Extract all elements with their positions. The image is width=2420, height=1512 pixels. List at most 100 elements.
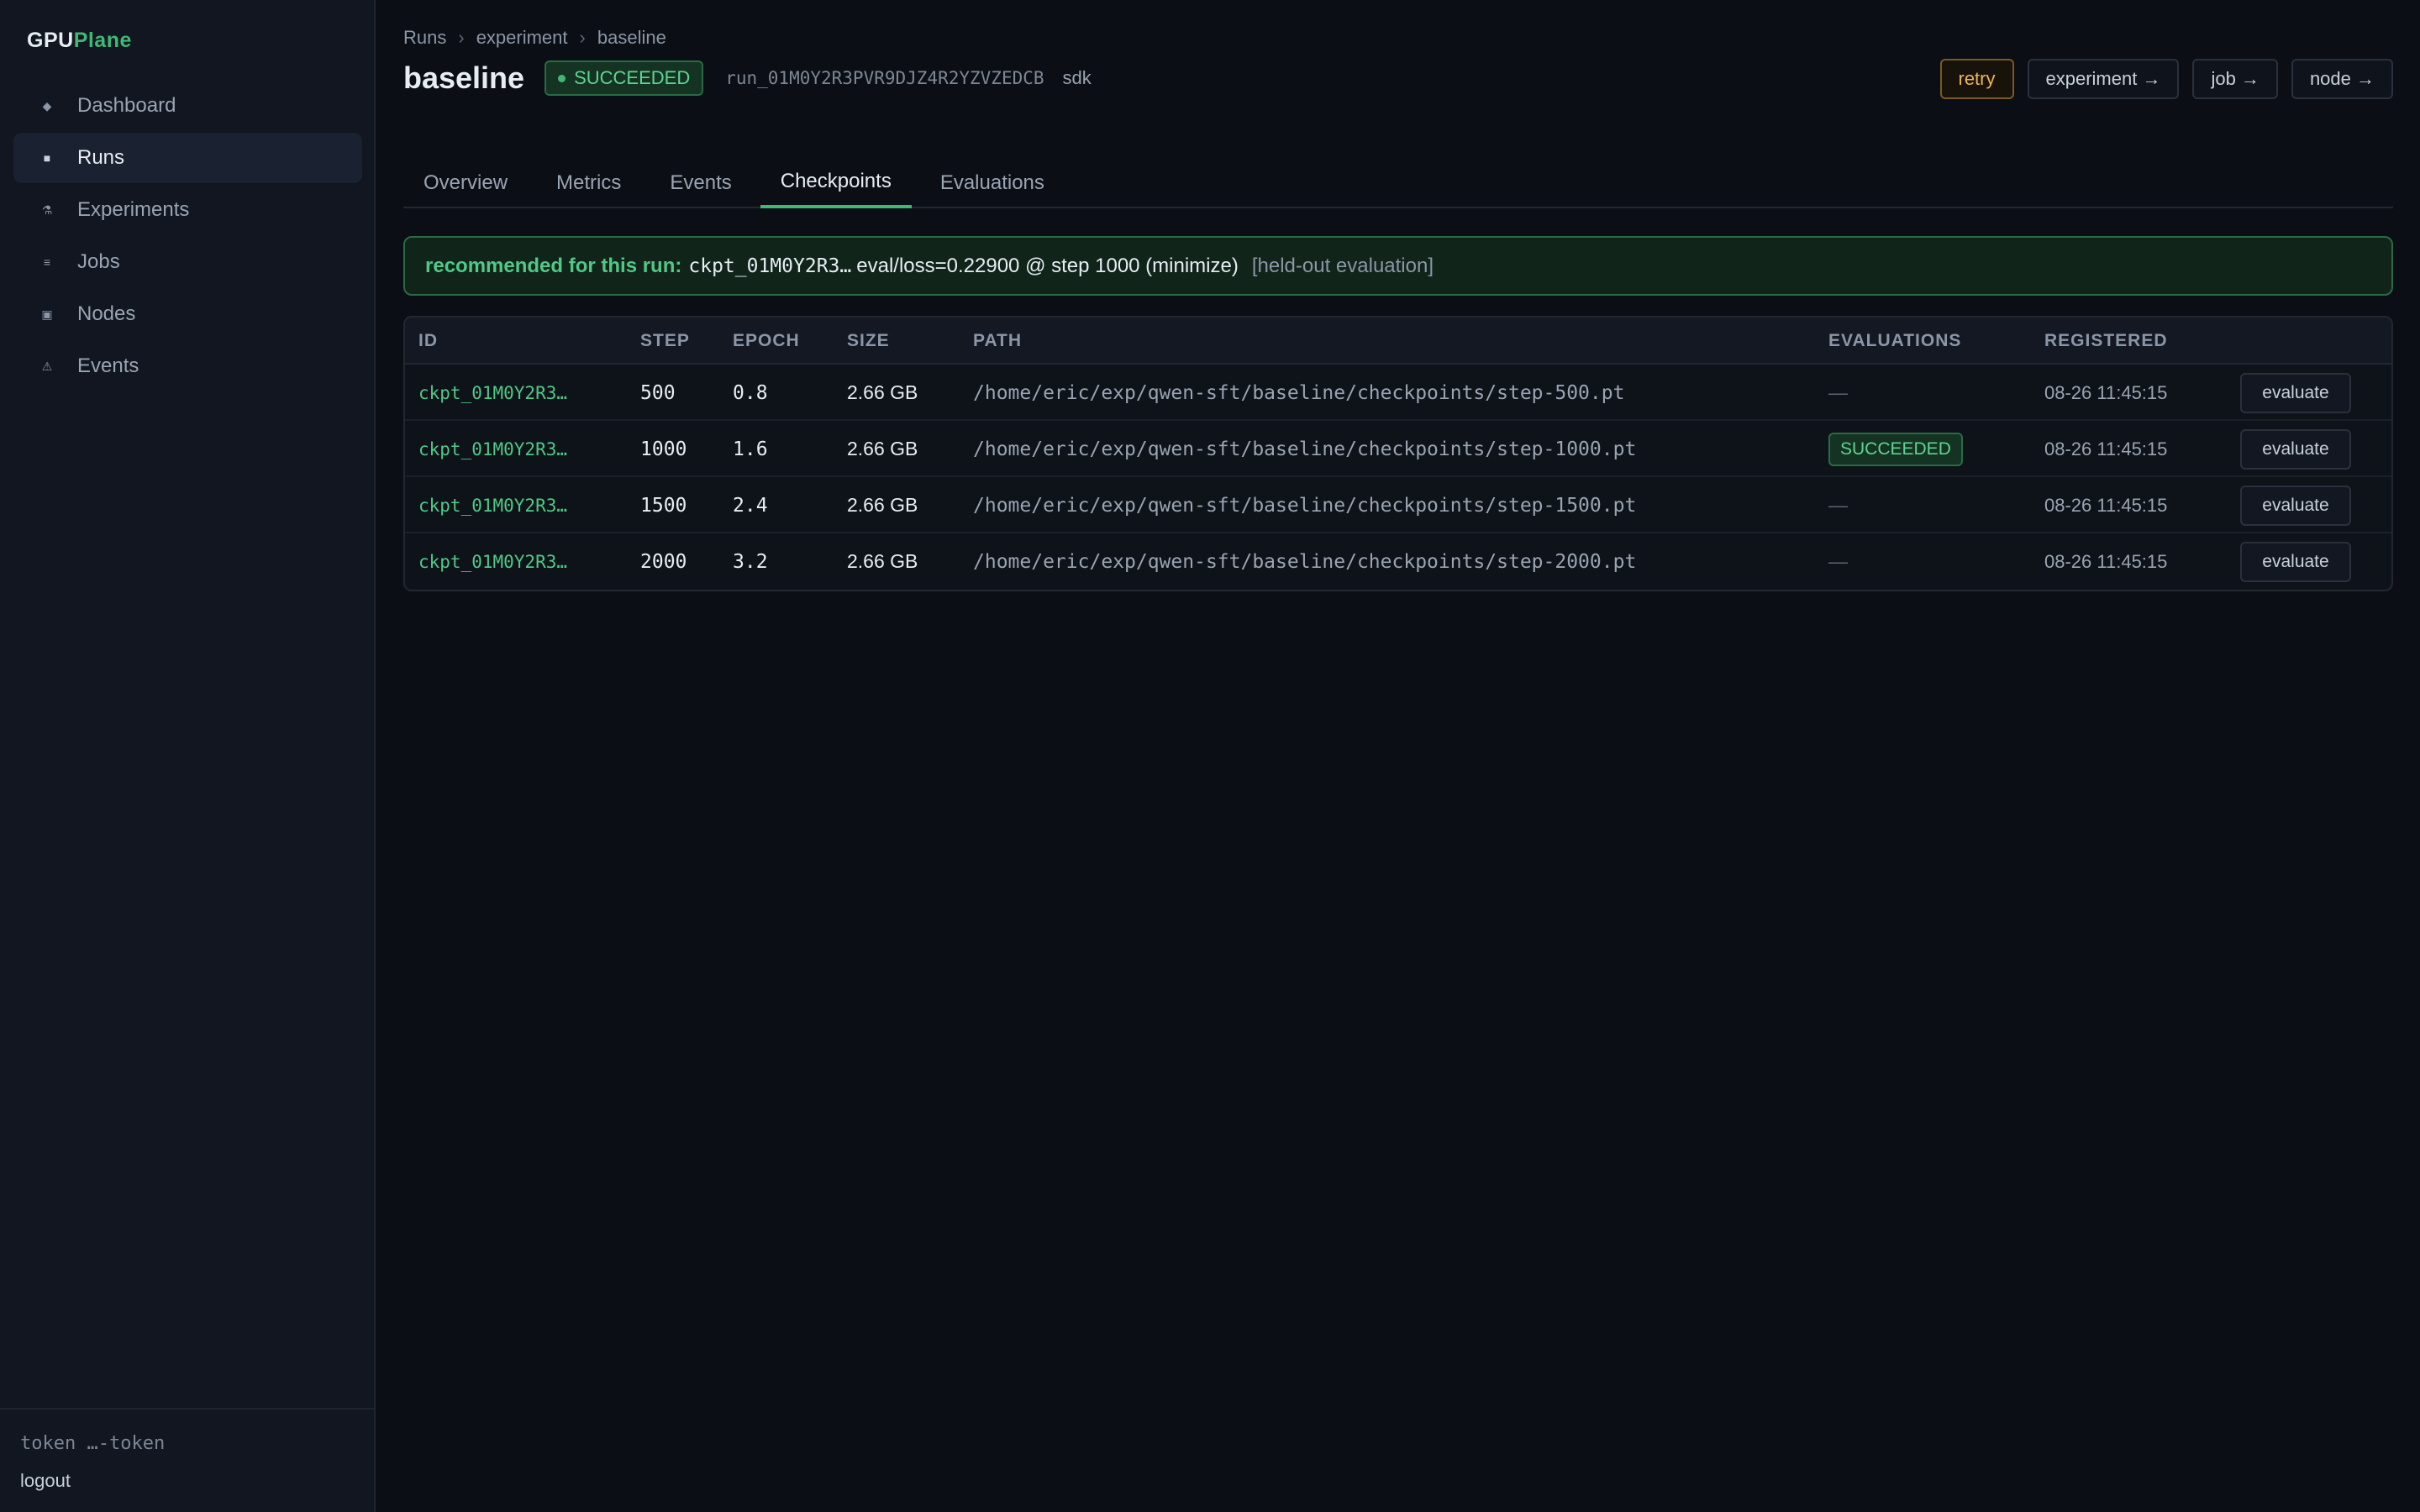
column-header-registered[interactable]: REGISTERED — [2044, 318, 2168, 365]
breadcrumb: Runs › experiment › baseline — [403, 27, 666, 49]
recommended-checkpoint[interactable]: ckpt_01M0Y2R3… — [688, 255, 851, 277]
checkpoints-table: ID STEP EPOCH SIZE PATH EVALUATIONS REGISTERED… — [403, 316, 2393, 591]
tab-events[interactable]: Events — [650, 158, 751, 208]
tab-metrics[interactable]: Metrics — [536, 158, 641, 208]
evaluate-button[interactable]: evaluate — [2240, 485, 2351, 526]
logout-link[interactable]: logout — [20, 1470, 71, 1492]
diamond-icon: ◆ — [42, 98, 52, 113]
checkpoint-epoch: 0.8 — [733, 381, 768, 404]
breadcrumb-runs[interactable]: Runs — [403, 27, 446, 49]
column-header-path[interactable]: PATH — [973, 318, 1022, 365]
checkpoint-path: /home/eric/exp/qwen-sft/baseline/checkpo… — [973, 381, 1625, 404]
checkpoint-id[interactable]: ckpt_01M0Y2R3… — [418, 477, 567, 533]
evaluate-button[interactable]: evaluate — [2240, 372, 2351, 413]
checkpoint-path: /home/eric/exp/qwen-sft/baseline/checkpo… — [973, 438, 1637, 460]
breadcrumb-experiment[interactable]: experiment — [476, 27, 568, 49]
sidebar-item-label: Events — [77, 354, 139, 377]
evaluations-empty: — — [1828, 494, 1848, 516]
evaluations-empty: — — [1828, 381, 1848, 403]
checkpoint-step: 2000 — [640, 550, 687, 573]
sidebar-item-label: Jobs — [77, 250, 120, 273]
evaluate-button[interactable]: evaluate — [2240, 428, 2351, 470]
recommendation-banner: recommended for this run: ckpt_01M0Y2R3…… — [403, 236, 2393, 296]
row-actions: evaluate — [2240, 365, 2351, 421]
table-header: ID STEP EPOCH SIZE PATH EVALUATIONS REGISTERED — [405, 318, 2391, 365]
checkpoint-registered: 08-26 11:45:15 — [2044, 494, 2168, 516]
node-icon: ▣ — [41, 307, 53, 321]
sidebar-item-label: Dashboard — [77, 94, 176, 117]
checkpoint-step: 1000 — [640, 438, 687, 460]
table-row: ckpt_01M0Y2R3… 2000 3.2 2.66 GB/home/eric/e… — [405, 533, 2391, 590]
checkpoint-registered: 08-26 11:45:15 — [2044, 381, 2168, 403]
recommendation-note: [held-out evaluation] — [1251, 254, 1434, 277]
sidebar-nav: ◆ Dashboard ■ Runs ⚗ Experiments ≡ Jobs ▣ Nodes ⚠ E… — [13, 81, 362, 393]
breadcrumb-current: baseline — [597, 27, 666, 48]
page-title: baseline — [403, 60, 525, 95]
retry-button[interactable]: retry — [1939, 59, 2014, 99]
sidebar-item-runs[interactable]: ■ Runs — [13, 133, 362, 183]
breadcrumb-separator: › — [579, 27, 586, 48]
column-header-step[interactable]: STEP — [640, 318, 690, 365]
table-row: ckpt_01M0Y2R3… 500 0.8 2.66 GB/home/eric/ex… — [405, 365, 2391, 421]
checkpoint-registered: 08-26 11:45:15 — [2044, 550, 2168, 572]
run-id: run_01M0Y2R3PVR9DJZ4R2YZVZEDCB — [725, 68, 1044, 88]
warning-icon: ⚠ — [41, 359, 53, 373]
status-label: SUCCEEDED — [574, 67, 691, 88]
run-source: sdk — [1062, 67, 1092, 88]
evaluations-empty: — — [1828, 550, 1848, 572]
checkpoint-registered: 08-26 11:45:15 — [2044, 438, 2168, 459]
column-header-size[interactable]: SIZE — [847, 318, 890, 365]
tab-bar: Overview Metrics Events Checkpoints Evaluati… — [403, 158, 2393, 208]
breadcrumb-separator: › — [458, 27, 465, 48]
evaluate-button[interactable]: evaluate — [2240, 541, 2351, 582]
column-header-evaluations[interactable]: EVALUATIONS — [1828, 318, 1961, 365]
checkpoint-size: 2.66 GB — [847, 438, 918, 459]
sidebar-item-label: Runs — [77, 146, 125, 169]
table-row: ckpt_01M0Y2R3… 1000 1.6 2.66 GB/home/eric/e… — [405, 421, 2391, 477]
checkpoint-epoch: 3.2 — [733, 550, 768, 573]
job-link-button[interactable]: job → — [2192, 59, 2278, 99]
column-header-id[interactable]: ID — [418, 318, 438, 365]
tab-checkpoints[interactable]: Checkpoints — [760, 158, 912, 208]
tab-overview[interactable]: Overview — [403, 158, 528, 208]
brand-part-1: GPU — [27, 29, 74, 52]
list-icon: ≡ — [43, 255, 51, 269]
sidebar-item-dashboard[interactable]: ◆ Dashboard — [13, 81, 362, 131]
checkpoint-epoch: 1.6 — [733, 438, 768, 460]
flask-icon: ⚗ — [41, 202, 53, 217]
row-actions: evaluate — [2240, 533, 2351, 590]
status-badge: SUCCEEDED — [544, 60, 704, 96]
brand-logo[interactable]: GPUPlane — [27, 29, 132, 53]
sidebar-item-label: Experiments — [77, 198, 190, 221]
checkpoint-step: 500 — [640, 381, 676, 404]
checkpoint-epoch: 2.4 — [733, 494, 768, 517]
checkpoint-size: 2.66 GB — [847, 494, 918, 516]
sidebar-item-nodes[interactable]: ▣ Nodes — [13, 289, 362, 339]
recommendation-label: recommended for this run: — [425, 254, 682, 277]
sidebar-footer: token …-token logout — [0, 1408, 374, 1512]
table-body: ckpt_01M0Y2R3… 500 0.8 2.66 GB/home/eric/ex… — [405, 365, 2391, 590]
sidebar-item-events[interactable]: ⚠ Events — [13, 341, 362, 391]
evaluations-cell: SUCCEEDED — [1828, 421, 1963, 477]
sidebar-item-label: Nodes — [77, 302, 136, 325]
title-row: baseline SUCCEEDED run_01M0Y2R3PVR9DJZ4R… — [403, 60, 1092, 96]
row-actions: evaluate — [2240, 421, 2351, 477]
evaluation-status-badge[interactable]: SUCCEEDED — [1828, 432, 1963, 466]
checkpoint-id[interactable]: ckpt_01M0Y2R3… — [418, 533, 567, 590]
checkpoint-path: /home/eric/exp/qwen-sft/baseline/checkpo… — [973, 494, 1637, 517]
checkpoint-size: 2.66 GB — [847, 550, 918, 572]
square-icon: ■ — [43, 151, 51, 165]
sidebar: GPUPlane ◆ Dashboard ■ Runs ⚗ Experiments ≡ Job… — [0, 0, 376, 1512]
checkpoint-id[interactable]: ckpt_01M0Y2R3… — [418, 421, 567, 477]
column-header-epoch[interactable]: EPOCH — [733, 318, 800, 365]
sidebar-item-jobs[interactable]: ≡ Jobs — [13, 237, 362, 287]
brand-part-2: Plane — [73, 29, 132, 52]
checkpoint-path: /home/eric/exp/qwen-sft/baseline/checkpo… — [973, 550, 1637, 573]
experiment-link-button[interactable]: experiment → — [2027, 59, 2180, 99]
sidebar-item-experiments[interactable]: ⚗ Experiments — [13, 185, 362, 235]
tab-evaluations[interactable]: Evaluations — [920, 158, 1065, 208]
header-actions: retry experiment → job → node → — [1939, 59, 2393, 99]
checkpoint-id[interactable]: ckpt_01M0Y2R3… — [418, 365, 567, 421]
node-link-button[interactable]: node → — [2291, 59, 2393, 99]
recommendation-metric: eval/loss=0.22900 @ step 1000 (minimize) — [856, 254, 1239, 277]
